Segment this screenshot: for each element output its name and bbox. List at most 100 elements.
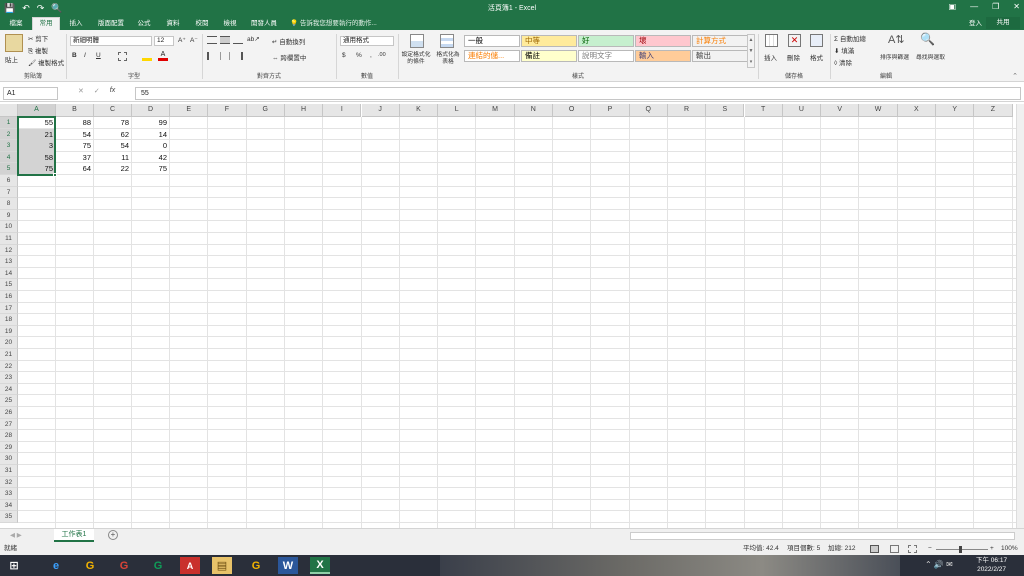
row-header-13[interactable]: 13 bbox=[0, 256, 18, 268]
cell-b4[interactable]: 37 bbox=[56, 152, 94, 164]
cell-style-3[interactable]: 好 bbox=[578, 35, 634, 47]
select-all-corner[interactable] bbox=[0, 104, 18, 117]
row-header-20[interactable]: 20 bbox=[0, 337, 18, 349]
cell-d4[interactable]: 42 bbox=[132, 152, 170, 164]
cancel-icon[interactable]: ✕ bbox=[78, 87, 84, 95]
chrome-icon[interactable]: G bbox=[80, 557, 100, 574]
currency-button[interactable]: $ bbox=[342, 52, 346, 59]
name-box[interactable]: A1 bbox=[3, 87, 58, 100]
chrome-icon-2[interactable]: G bbox=[114, 557, 134, 574]
cell-style-1[interactable]: 一般 bbox=[464, 35, 520, 47]
align-right-icon[interactable] bbox=[233, 52, 243, 60]
tab-data[interactable]: 資料 bbox=[160, 18, 186, 30]
cell-style-7[interactable]: 備註 bbox=[521, 50, 577, 62]
font-color-icon[interactable]: A bbox=[158, 51, 168, 61]
column-header-m[interactable]: M bbox=[476, 104, 515, 117]
fill-button[interactable]: ⬇ 填滿 bbox=[834, 45, 854, 55]
file-explorer-icon[interactable]: ▤ bbox=[212, 557, 232, 574]
page-break-view-icon[interactable] bbox=[908, 545, 917, 553]
format-painter-button[interactable]: 🖌 複製格式 bbox=[28, 57, 64, 67]
cell-a3[interactable]: 3 bbox=[18, 140, 56, 152]
align-bottom-icon[interactable] bbox=[233, 36, 243, 44]
cell-b2[interactable]: 54 bbox=[56, 129, 94, 141]
row-header-18[interactable]: 18 bbox=[0, 314, 18, 326]
conditional-format-icon[interactable] bbox=[410, 34, 424, 48]
cell-d5[interactable]: 75 bbox=[132, 163, 170, 175]
row-header-14[interactable]: 14 bbox=[0, 267, 18, 280]
align-top-icon[interactable] bbox=[207, 36, 217, 44]
column-header-p[interactable]: P bbox=[591, 104, 630, 117]
tab-formulas[interactable]: 公式 bbox=[132, 18, 156, 30]
row-header-16[interactable]: 16 bbox=[0, 291, 18, 303]
chrome-icon-4[interactable]: G bbox=[246, 557, 266, 574]
row-header-4[interactable]: 4 bbox=[0, 151, 18, 164]
cell-a5[interactable]: 75 bbox=[18, 163, 56, 175]
horizontal-scrollbar[interactable] bbox=[630, 532, 1015, 540]
column-header-g[interactable]: G bbox=[246, 104, 285, 117]
row-header-32[interactable]: 32 bbox=[0, 476, 18, 489]
cell-b3[interactable]: 75 bbox=[56, 140, 94, 152]
column-header-l[interactable]: L bbox=[438, 104, 477, 117]
cell-b5[interactable]: 64 bbox=[56, 163, 94, 175]
chrome-icon-3[interactable]: G bbox=[148, 557, 168, 574]
row-header-9[interactable]: 9 bbox=[0, 209, 18, 222]
row-header-17[interactable]: 17 bbox=[0, 302, 18, 315]
column-header-x[interactable]: X bbox=[897, 104, 936, 117]
align-center-icon[interactable] bbox=[220, 52, 230, 60]
row-header-5[interactable]: 5 bbox=[0, 163, 18, 175]
row-header-1[interactable]: 1 bbox=[0, 117, 18, 129]
internet-explorer-icon[interactable]: e bbox=[46, 557, 66, 574]
column-header-c[interactable]: C bbox=[94, 104, 132, 117]
vertical-scrollbar[interactable] bbox=[1016, 104, 1024, 528]
tab-insert[interactable]: 插入 bbox=[62, 18, 90, 30]
row-header-19[interactable]: 19 bbox=[0, 325, 18, 338]
format-cells-icon[interactable] bbox=[810, 34, 823, 47]
cell-d2[interactable]: 14 bbox=[132, 129, 170, 141]
column-header-e[interactable]: E bbox=[170, 104, 209, 117]
sheet-tab-sheet1[interactable]: 工作表1 bbox=[54, 529, 94, 542]
align-left-icon[interactable] bbox=[207, 52, 217, 60]
windows-start-icon[interactable]: ⊞ bbox=[4, 557, 24, 574]
function-icon[interactable]: fx bbox=[110, 87, 115, 95]
row-header-23[interactable]: 23 bbox=[0, 372, 18, 384]
restore-icon[interactable]: ❐ bbox=[992, 2, 999, 11]
percent-button[interactable]: % bbox=[356, 52, 362, 59]
tell-me-search[interactable]: 💡 告訴我您想要執行的動作... bbox=[290, 18, 377, 29]
enter-icon[interactable]: ✓ bbox=[94, 87, 100, 95]
cell-style-5[interactable]: 計算方式 bbox=[692, 35, 748, 47]
excel-icon[interactable]: X bbox=[310, 557, 330, 574]
shrink-font-button[interactable]: A⁻ bbox=[190, 36, 198, 44]
zoom-slider-thumb[interactable] bbox=[959, 546, 962, 553]
share-button[interactable]: 共用 bbox=[986, 17, 1020, 29]
row-header-30[interactable]: 30 bbox=[0, 453, 18, 465]
row-header-31[interactable]: 31 bbox=[0, 465, 18, 477]
cell-a1[interactable]: 55 bbox=[18, 117, 56, 129]
tab-home[interactable]: 常用 bbox=[32, 17, 60, 30]
merge-center-button[interactable]: ⇔ 跨欄置中 bbox=[272, 52, 306, 62]
worksheet-grid[interactable]: A B C D E F G H I J K L M N O P Q R S T U V W X Y Z 1 2 3 4 5 6 7 8 9 10 11 1… bbox=[0, 104, 1016, 528]
orientation-icon[interactable]: ab↗ bbox=[247, 35, 260, 43]
font-size-select[interactable]: 12 bbox=[154, 36, 174, 46]
tab-developer[interactable]: 開發人員 bbox=[246, 18, 282, 30]
ribbon-display-icon[interactable]: ▣ bbox=[949, 2, 957, 11]
column-header-k[interactable]: K bbox=[399, 104, 439, 117]
number-format-select[interactable]: 通用格式 bbox=[340, 36, 394, 46]
formula-input[interactable]: 55 bbox=[135, 87, 1021, 100]
format-table-icon[interactable] bbox=[440, 34, 454, 48]
collapse-ribbon-icon[interactable]: ⌃ bbox=[1012, 72, 1018, 80]
cell-c4[interactable]: 11 bbox=[94, 152, 132, 164]
clear-button[interactable]: ◊ 清除 bbox=[834, 57, 852, 67]
row-header-26[interactable]: 26 bbox=[0, 407, 18, 419]
align-middle-icon[interactable] bbox=[220, 36, 230, 44]
row-header-7[interactable]: 7 bbox=[0, 186, 18, 199]
font-name-select[interactable]: 新細明體 bbox=[70, 36, 152, 46]
zoom-in-button[interactable]: + bbox=[990, 543, 994, 555]
cell-style-9[interactable]: 輸入 bbox=[635, 50, 691, 62]
row-header-6[interactable]: 6 bbox=[0, 175, 18, 187]
column-header-f[interactable]: F bbox=[208, 104, 247, 117]
insert-cells-button[interactable]: 插入 bbox=[764, 52, 777, 62]
close-icon[interactable]: ✕ bbox=[1013, 2, 1020, 11]
find-select-button[interactable]: 尋找與選取 bbox=[916, 52, 945, 61]
minimize-icon[interactable]: — bbox=[970, 2, 978, 11]
cell-c2[interactable]: 62 bbox=[94, 129, 132, 141]
